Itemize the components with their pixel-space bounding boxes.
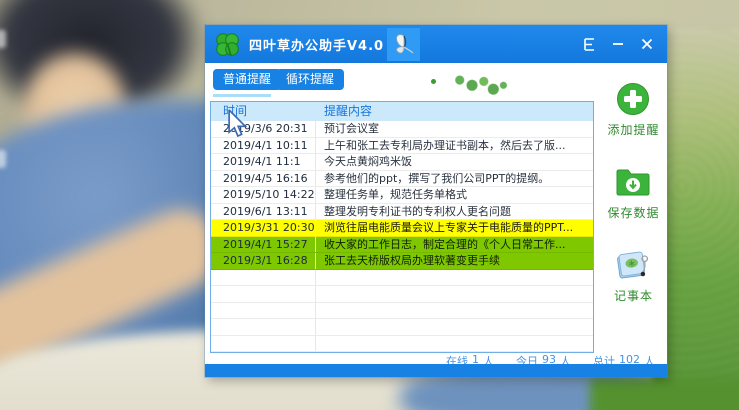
skin-panel-icon[interactable]: [579, 34, 599, 54]
content-cell: 整理发明专利证书的专利权人更名问题: [324, 204, 511, 218]
table-row[interactable]: 2019/3/1 16:28 张工去天桥版权局办理软著变更手续: [211, 253, 593, 270]
time-cell: 2019/4/1 15:27: [211, 236, 316, 252]
add-reminder-button[interactable]: 添加提醒: [607, 81, 659, 138]
time-cell: [211, 319, 316, 335]
time-cell: 2019/4/1 10:11: [211, 137, 316, 153]
time-cell: 2019/3/31 20:30: [211, 220, 316, 236]
notebook-icon: [615, 247, 651, 283]
tab-normal-reminders[interactable]: 普通提醒: [213, 69, 282, 90]
time-cell: 2019/4/5 16:16: [211, 170, 316, 186]
table-header: 时间 提醒内容: [211, 102, 593, 121]
table-body: 2019/3/6 20:31 预订会议室 2019/4/1 10:11 上午和张工去专…: [211, 121, 593, 352]
content-cell: 收大家的工作日志，制定合理的《个人日常工作...: [324, 237, 566, 251]
time-cell: 2019/5/10 14:22: [211, 187, 316, 203]
wallpaper-woman-hair: [0, 0, 240, 150]
wallpaper-edge-text-mark: [0, 150, 6, 168]
time-cell: 2019/4/1 11:1: [211, 154, 316, 170]
app-window: 四叶草办公助手V4.0 普通提醒 循环提醒 时间 提醒内容 2019/3/6 2…: [205, 25, 667, 377]
window-title: 四叶草办公助手V4.0: [249, 38, 385, 54]
content-cell: 预订会议室: [324, 122, 379, 135]
mouse-cursor: [228, 110, 248, 138]
time-cell: [211, 302, 316, 318]
table-row-empty: [211, 319, 593, 336]
side-button-panel: 添加提醒 保存数据 记事本: [600, 81, 667, 330]
notepad-label: 记事本: [613, 289, 653, 303]
table-row-empty: [211, 286, 593, 303]
table-row[interactable]: 2019/3/6 20:31 预订会议室: [211, 121, 593, 138]
content-cell: 今天点黄焖鸡米饭: [324, 155, 412, 168]
table-row[interactable]: 2019/3/31 20:30 浏览往届电能质量会议上专家关于电能质量的PPT..…: [211, 220, 593, 237]
save-data-button[interactable]: 保存数据: [607, 164, 659, 221]
add-reminder-label: 添加提醒: [607, 123, 660, 137]
table-row[interactable]: 2019/4/1 11:1 今天点黄焖鸡米饭: [211, 154, 593, 171]
reminder-table: 时间 提醒内容 2019/3/6 20:31 预订会议室 2019/4/1 10:1…: [210, 101, 594, 353]
title-bar: 四叶草办公助手V4.0: [205, 25, 667, 63]
content-cell: 参考他们的ppt，撰写了我们公司PPT的提纲。: [324, 171, 550, 185]
content-cell: 整理任务单，规范任务单格式: [324, 188, 467, 201]
table-row[interactable]: 2019/4/1 15:27 收大家的工作日志，制定合理的《个人日常工作...: [211, 236, 593, 253]
table-row-empty: [211, 269, 593, 286]
close-icon[interactable]: [637, 34, 657, 54]
clover-cluster-decoration: [453, 71, 509, 97]
wallpaper-grass-corner: [590, 378, 739, 410]
table-row[interactable]: 2019/4/1 10:11 上午和张工去专利局办理证书副本，然后去了版...: [211, 137, 593, 154]
save-folder-icon: [615, 164, 651, 200]
content-cell: 浏览往届电能质量会议上专家关于电能质量的PPT...: [324, 221, 574, 234]
time-cell: [211, 335, 316, 351]
content-cell: [316, 336, 593, 352]
tab-bar: 普通提醒 循环提醒: [205, 63, 667, 101]
time-cell: 2019/6/1 13:11: [211, 203, 316, 219]
time-cell: [211, 286, 316, 302]
clover-icon: [216, 32, 239, 56]
table-row[interactable]: 2019/5/10 14:22 整理任务单，规范任务单格式: [211, 187, 593, 204]
active-tab-underline: [213, 94, 271, 97]
clover-dot-decoration: [431, 79, 436, 84]
notepad-button[interactable]: 记事本: [614, 247, 653, 304]
wallpaper-edge-text-mark: [0, 30, 6, 48]
column-header-content: 提醒内容: [324, 104, 373, 118]
table-row[interactable]: 2019/6/1 13:11 整理发明专利证书的专利权人更名问题: [211, 203, 593, 220]
minimize-icon[interactable]: [608, 34, 628, 54]
desktop: 四叶草办公助手V4.0 普通提醒 循环提醒 时间 提醒内容 2019/3/6 2…: [0, 0, 739, 410]
butterfly-logo: [387, 28, 420, 61]
table-row-empty: [211, 302, 593, 319]
wallpaper-woman-face: [0, 28, 150, 188]
table-row-empty: [211, 335, 593, 352]
content-cell: [316, 270, 593, 286]
window-bottom-bar: [205, 364, 667, 377]
content-cell: 张工去天桥版权局办理软著变更手续: [324, 254, 500, 267]
window-controls: [579, 25, 657, 63]
tab-loop-reminders[interactable]: 循环提醒: [276, 69, 345, 90]
table-row[interactable]: 2019/4/5 16:16 参考他们的ppt，撰写了我们公司PPT的提纲。: [211, 170, 593, 187]
time-cell: [211, 269, 316, 285]
wallpaper-woman-arm: [0, 196, 235, 384]
add-circle-icon: [615, 81, 651, 117]
content-cell: [316, 319, 593, 335]
content-cell: [316, 303, 593, 319]
content-cell: 上午和张工去专利局办理证书副本，然后去了版...: [324, 138, 566, 152]
save-data-label: 保存数据: [607, 206, 660, 220]
time-cell: 2019/3/1 16:28: [211, 253, 316, 269]
content-cell: [316, 286, 593, 302]
